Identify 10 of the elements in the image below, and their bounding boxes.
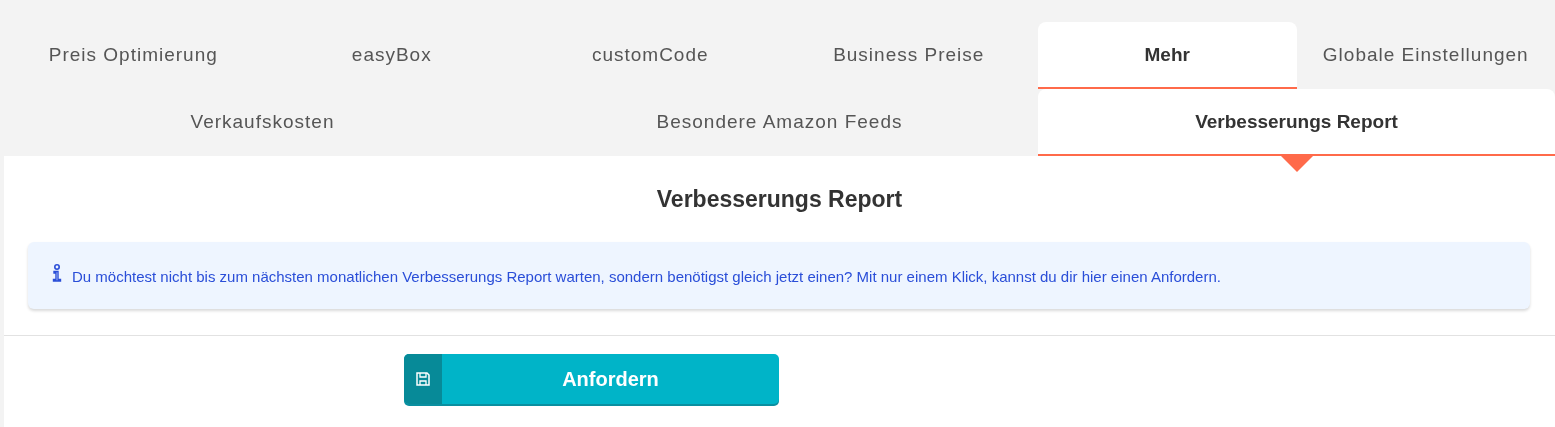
tab[interactable]: customCode — [521, 22, 780, 89]
tab[interactable]: Besondere Amazon Feeds — [521, 89, 1038, 156]
tab[interactable]: Verkaufskosten — [4, 89, 521, 156]
tab[interactable]: Mehr — [1038, 22, 1297, 89]
tab[interactable]: Business Preise — [779, 22, 1038, 89]
tab[interactable]: Globale Einstellungen — [1296, 22, 1555, 89]
info-text: Du möchtest nicht bis zum nächsten monatlichen Verbesserungs Report warten, sondern benötigst gleich jetzt einen? Mit nur einem Klick, kannst du dir hier einen Anfordern. — [72, 268, 1221, 285]
tab[interactable]: easyBox — [262, 22, 521, 89]
panel-title: Verbesserungs Report — [656, 185, 903, 214]
tab[interactable]: Preis Optimierung — [4, 22, 263, 89]
